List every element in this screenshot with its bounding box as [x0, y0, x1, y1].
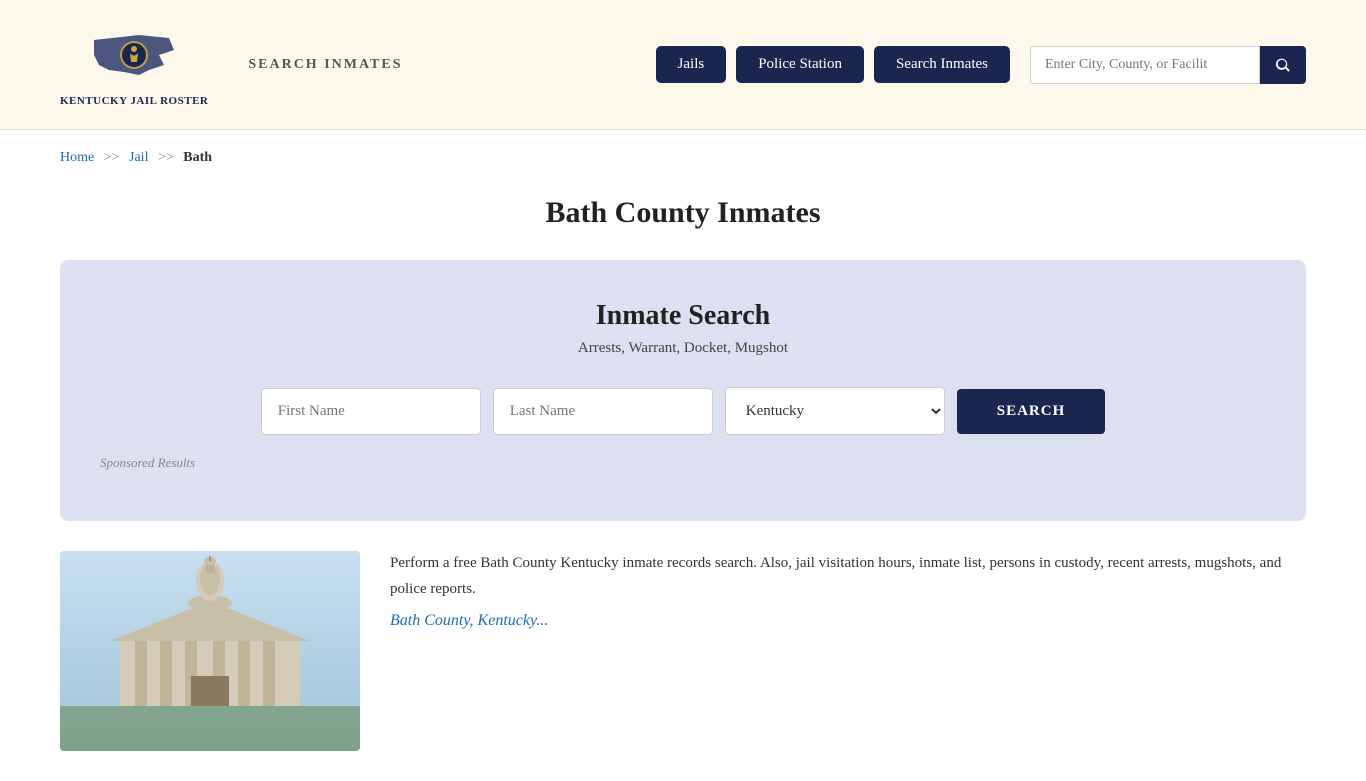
search-box-subtitle: Arrests, Warrant, Docket, Mugshot [100, 340, 1266, 357]
content-link[interactable]: Bath County, Kentucky... [390, 612, 548, 629]
content-area: Perform a free Bath County Kentucky inma… [0, 521, 1366, 781]
page-title: Bath County Inmates [60, 196, 1306, 230]
header-search-input[interactable] [1030, 46, 1260, 84]
search-icon [1274, 56, 1292, 74]
inmate-search-box: Inmate Search Arrests, Warrant, Docket, … [60, 260, 1306, 521]
police-station-button[interactable]: Police Station [736, 46, 864, 83]
logo-image [89, 20, 179, 90]
site-title[interactable]: SEARCH INMATES [248, 57, 402, 73]
search-submit-button[interactable]: SEARCH [957, 389, 1106, 434]
last-name-input[interactable] [493, 388, 713, 435]
courthouse-image [60, 551, 360, 751]
breadcrumb-sep2: >> [158, 150, 174, 165]
first-name-input[interactable] [261, 388, 481, 435]
page-title-area: Bath County Inmates [0, 176, 1366, 260]
search-box-title: Inmate Search [100, 300, 1266, 332]
breadcrumb-sep1: >> [104, 150, 120, 165]
header-nav: Jails Police Station Search Inmates [656, 46, 1306, 84]
header-search-bar [1030, 46, 1306, 84]
breadcrumb-area: Home >> Jail >> Bath [0, 130, 1366, 176]
search-inmates-button[interactable]: Search Inmates [874, 46, 1010, 83]
logo-area: KENTUCKY JAIL ROSTER [60, 20, 208, 108]
breadcrumb-current: Bath [183, 150, 212, 165]
breadcrumb-home[interactable]: Home [60, 150, 94, 165]
courthouse-svg [60, 551, 360, 751]
content-text: Perform a free Bath County Kentucky inma… [390, 551, 1306, 630]
breadcrumb: Home >> Jail >> Bath [60, 150, 1306, 166]
content-description: Perform a free Bath County Kentucky inma… [390, 551, 1306, 602]
jails-button[interactable]: Jails [656, 46, 727, 83]
search-form: Kentucky Alabama Alaska Arizona Arkansas… [100, 387, 1266, 435]
state-select[interactable]: Kentucky Alabama Alaska Arizona Arkansas… [725, 387, 945, 435]
site-header: KENTUCKY JAIL ROSTER SEARCH INMATES Jail… [0, 0, 1366, 130]
header-search-button[interactable] [1260, 46, 1306, 84]
logo-text: KENTUCKY JAIL ROSTER [60, 94, 208, 108]
breadcrumb-jail[interactable]: Jail [129, 150, 148, 165]
sponsored-label: Sponsored Results [100, 455, 1266, 471]
